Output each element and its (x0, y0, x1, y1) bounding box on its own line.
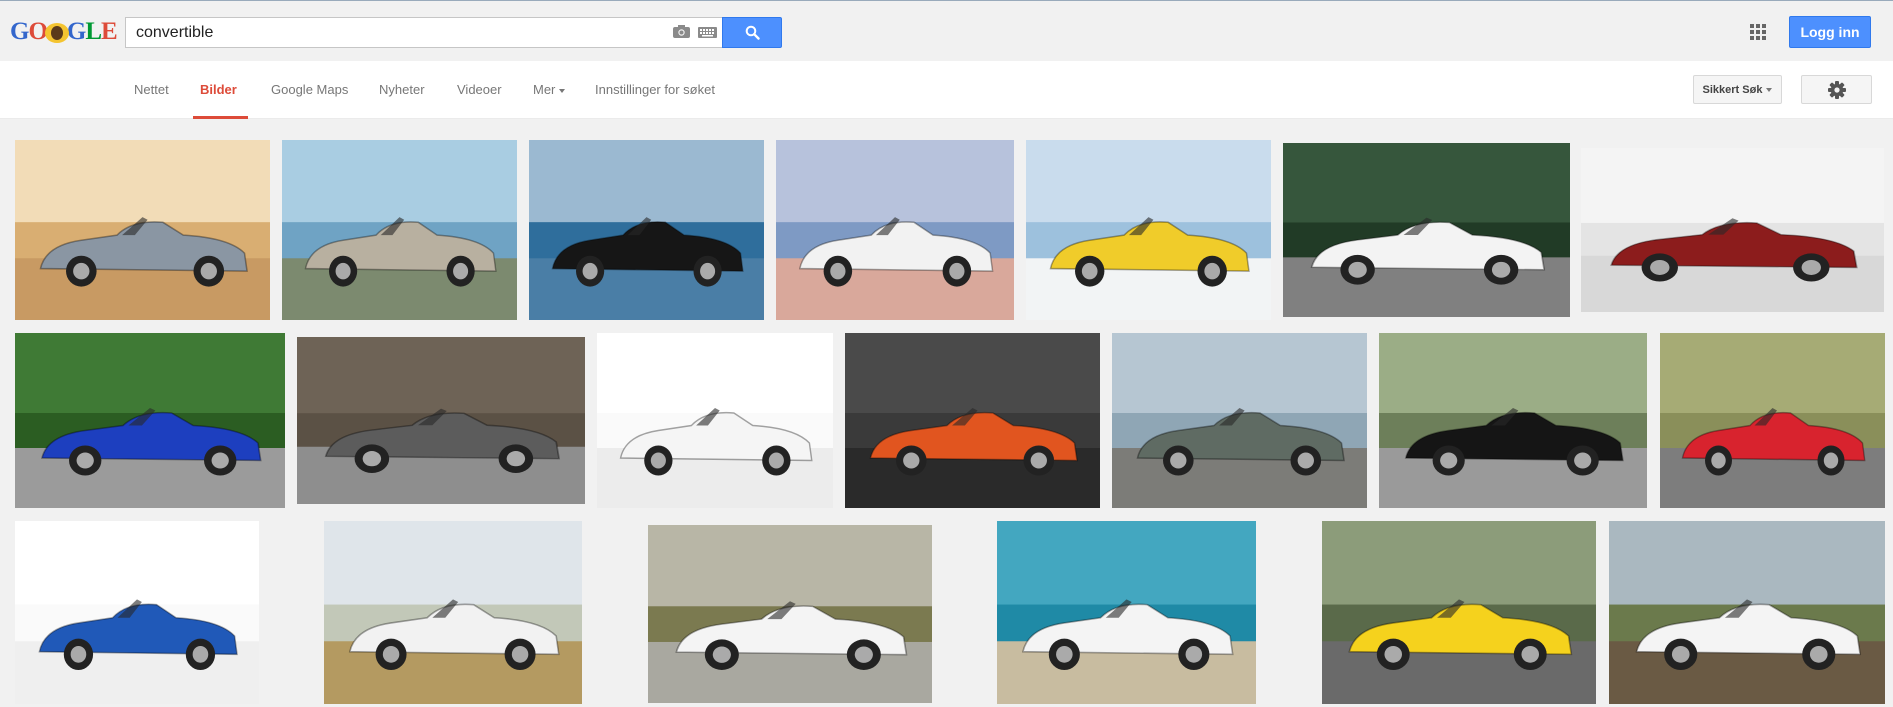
doodle-o-icon (44, 23, 69, 44)
gear-icon (1827, 80, 1846, 99)
image-result[interactable] (529, 140, 764, 320)
image-result[interactable] (1609, 521, 1885, 704)
car-photo (15, 333, 285, 508)
image-result[interactable] (15, 521, 259, 704)
search-input[interactable] (136, 22, 656, 44)
image-result[interactable] (1322, 521, 1596, 704)
google-logo[interactable]: GO GLE (10, 18, 118, 46)
login-button[interactable]: Logg inn (1789, 16, 1871, 48)
tab-images[interactable]: Bilder (200, 82, 237, 97)
tab-more[interactable]: Mer (533, 82, 566, 97)
tab-news[interactable]: Nyheter (379, 82, 425, 97)
settings-button[interactable] (1801, 75, 1872, 104)
top-bar: GOGLE Logg inn (0, 0, 1893, 61)
image-result[interactable] (1026, 140, 1271, 320)
car-photo (15, 521, 259, 704)
car-photo (648, 525, 932, 703)
car-photo (1322, 521, 1596, 704)
car-photo (1283, 143, 1570, 317)
apps-icon[interactable] (1750, 24, 1766, 40)
tab-videos[interactable]: Videoer (457, 82, 502, 97)
tab-more-label: Mer (533, 82, 556, 97)
image-result[interactable] (776, 140, 1014, 320)
car-photo (15, 140, 270, 320)
image-result[interactable] (997, 521, 1256, 704)
car-photo (297, 337, 585, 504)
image-result[interactable] (1112, 333, 1367, 508)
image-results-grid (0, 119, 1893, 707)
car-photo (997, 521, 1256, 704)
image-result[interactable] (15, 140, 270, 320)
tab-web[interactable]: Nettet (134, 82, 169, 97)
car-photo (1609, 521, 1885, 704)
tab-maps[interactable]: Google Maps (271, 82, 348, 97)
image-result[interactable] (1379, 333, 1647, 508)
keyboard-icon[interactable] (698, 27, 717, 38)
safe-search-dropdown[interactable]: Sikkert Søk (1693, 75, 1782, 104)
camera-icon[interactable] (673, 25, 690, 38)
chevron-down-icon (559, 88, 566, 93)
image-result[interactable] (1283, 143, 1570, 317)
car-photo (1112, 333, 1367, 508)
image-result[interactable] (324, 521, 582, 704)
car-photo (1026, 140, 1271, 320)
search-icon (745, 25, 760, 40)
car-photo (1379, 333, 1647, 508)
car-photo (282, 140, 517, 320)
car-photo (1660, 333, 1885, 508)
image-result[interactable] (15, 333, 285, 508)
search-settings-link[interactable]: Innstillinger for søket (595, 82, 715, 97)
car-photo (776, 140, 1014, 320)
image-result[interactable] (297, 337, 585, 504)
image-result[interactable] (1581, 148, 1884, 312)
search-box (125, 17, 723, 48)
car-photo (529, 140, 764, 320)
car-photo (324, 521, 582, 704)
car-photo (845, 333, 1100, 508)
car-photo (1581, 148, 1884, 312)
image-result[interactable] (597, 333, 833, 508)
image-result[interactable] (845, 333, 1100, 508)
image-result[interactable] (1660, 333, 1885, 508)
search-nav: Nettet Bilder Google Maps Nyheter Videoe… (0, 61, 1893, 119)
chevron-down-icon (1766, 87, 1773, 92)
image-result[interactable] (648, 525, 932, 703)
image-result[interactable] (282, 140, 517, 320)
safe-search-label: Sikkert Søk (1702, 83, 1763, 96)
car-photo (597, 333, 833, 508)
search-button[interactable] (722, 17, 782, 48)
